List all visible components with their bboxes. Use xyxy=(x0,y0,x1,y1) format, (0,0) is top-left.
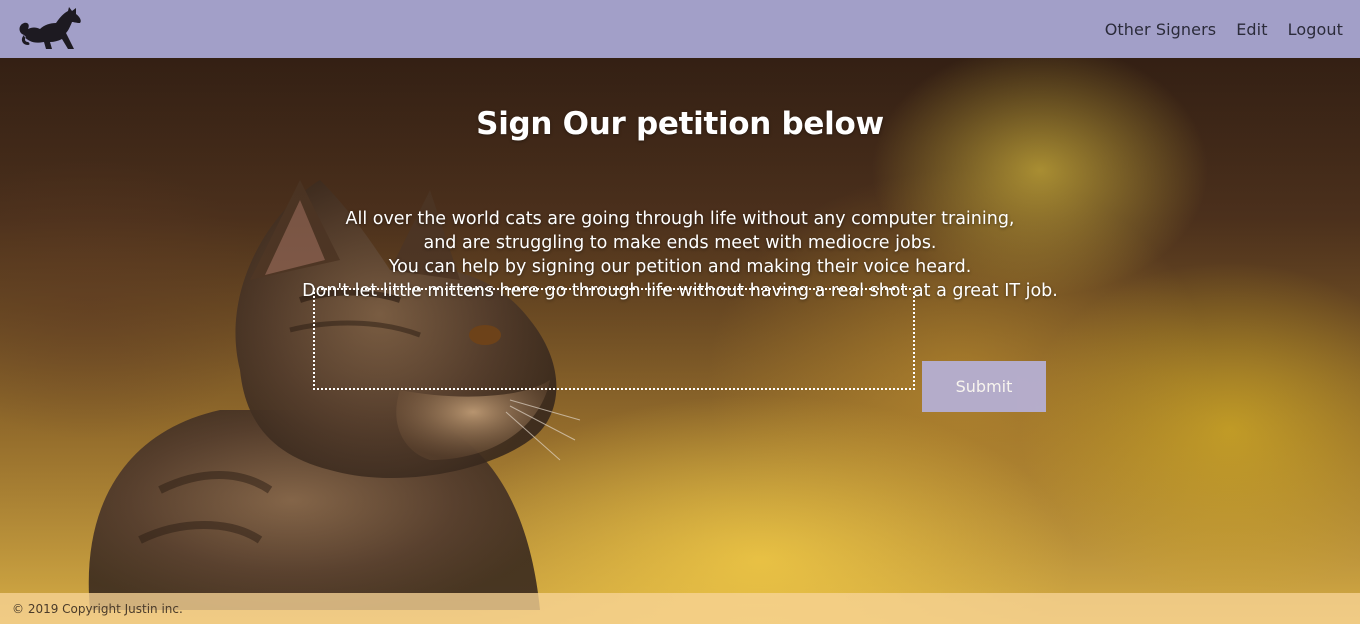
page: Other Signers Edit Logout Sign Our petit… xyxy=(0,0,1360,624)
copyright-text: © 2019 Copyright Justin inc. xyxy=(12,601,183,616)
nav-edit-link[interactable]: Edit xyxy=(1236,20,1267,39)
main-nav: Other Signers Edit Logout xyxy=(1105,20,1343,39)
signature-form: Submit xyxy=(313,288,1053,418)
description-line: and are struggling to make ends meet wit… xyxy=(423,233,937,253)
petition-content: Sign Our petition below All over the wor… xyxy=(0,58,1360,303)
submit-button[interactable]: Submit xyxy=(922,361,1046,412)
description-line: You can help by signing our petition and… xyxy=(388,257,972,277)
cat-silhouette-icon[interactable] xyxy=(16,5,86,53)
footer: © 2019 Copyright Justin inc. xyxy=(0,593,1360,624)
top-navbar: Other Signers Edit Logout xyxy=(0,0,1360,58)
nav-other-signers-link[interactable]: Other Signers xyxy=(1105,20,1216,39)
page-title: Sign Our petition below xyxy=(476,106,884,142)
description-line: All over the world cats are going throug… xyxy=(345,209,1015,229)
nav-logout-link[interactable]: Logout xyxy=(1288,20,1343,39)
signature-canvas[interactable] xyxy=(313,288,915,390)
